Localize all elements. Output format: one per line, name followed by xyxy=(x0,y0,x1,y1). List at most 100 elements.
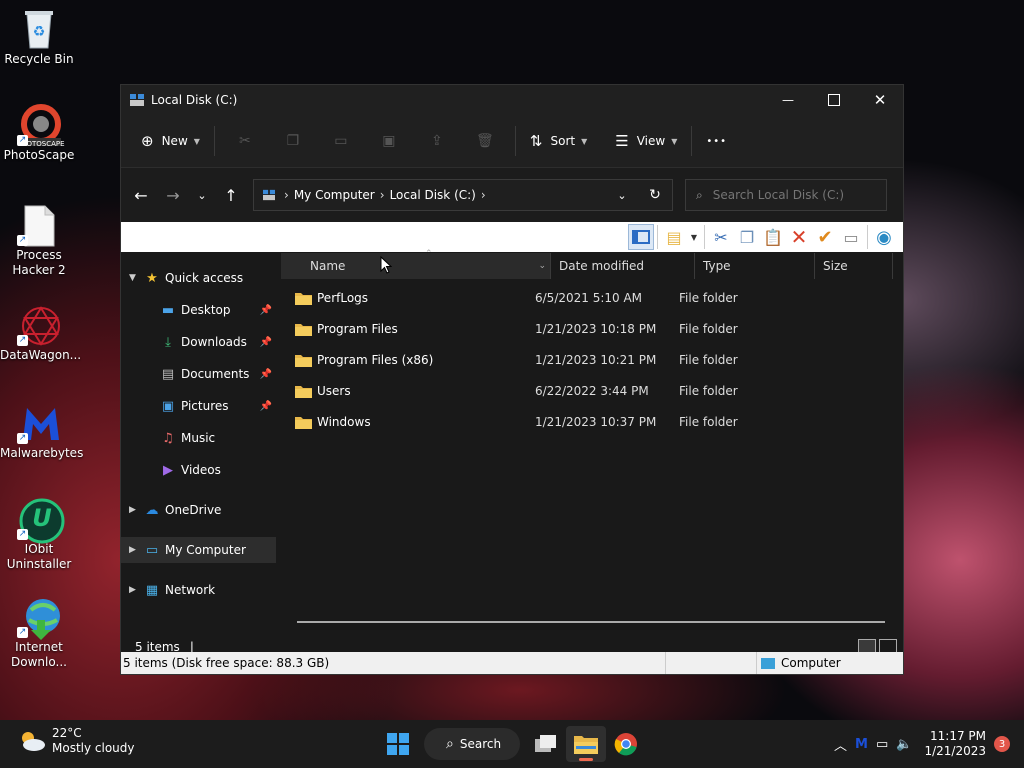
clock[interactable]: 11:17 PM 1/21/2023 xyxy=(924,729,986,759)
file-name: Windows xyxy=(317,415,371,429)
desktop-icon-recycle-bin[interactable]: ♻ Recycle Bin xyxy=(0,8,78,67)
select-folder-button[interactable]: ▤ xyxy=(661,224,687,250)
task-view-button[interactable] xyxy=(526,726,566,762)
weather-widget[interactable]: 22°C Mostly cloudy xyxy=(18,726,135,756)
chrome-taskbar-button[interactable] xyxy=(606,726,646,762)
forward-button[interactable]: → xyxy=(157,179,189,211)
nav-desktop[interactable]: ▬ Desktop 📌 xyxy=(121,297,276,323)
share-button[interactable]: ⇪ xyxy=(413,125,461,157)
start-button[interactable] xyxy=(378,726,418,762)
shortcut-arrow-icon: ↗ xyxy=(17,335,28,346)
nav-onedrive[interactable]: ▶ ☁ OneDrive xyxy=(121,497,276,523)
delete-button[interactable]: 🗑 xyxy=(461,125,509,157)
search-box[interactable]: ⌕ xyxy=(685,179,887,211)
nav-documents[interactable]: ▤ Documents 📌 xyxy=(121,361,276,387)
cloud-icon: ☁ xyxy=(145,502,159,518)
nav-network[interactable]: ▶ ▦ Network xyxy=(121,577,276,603)
clock-date: 1/21/2023 xyxy=(924,744,986,758)
desktop-icon-process-hacker[interactable]: ↗ Process Hacker 2 xyxy=(0,204,78,278)
sort-button[interactable]: ⇅ Sort ▼ xyxy=(522,125,595,157)
preview-pane-button[interactable] xyxy=(628,224,654,250)
address-bar[interactable]: › My Computer › Local Disk (C:) › ⌄ ↻ xyxy=(253,179,673,211)
file-row[interactable]: Program Files 1/21/2023 10:18 PM File fo… xyxy=(295,316,799,342)
desktop-icon-internet-download[interactable]: ↗ Internet Downlo... xyxy=(0,596,78,670)
horizontal-scrollbar[interactable] xyxy=(297,621,885,623)
desktop-icon-malwarebytes[interactable]: ↗ Malwarebytes xyxy=(0,402,83,461)
apply-tool-button[interactable]: ✔ xyxy=(812,224,838,250)
nav-downloads[interactable]: ⤓ Downloads 📌 xyxy=(121,329,276,355)
explorer-window: Local Disk (C:) — ✕ ⊕ New ▼ ✂ ❐ ▭ ▣ ⇪ 🗑 … xyxy=(120,84,904,675)
volume-icon[interactable]: 🔈 xyxy=(896,737,912,752)
column-header-name[interactable]: Name ⌃ ⌄ xyxy=(281,249,551,279)
desktop-folder-icon: ▬ xyxy=(161,302,175,318)
breadcrumb-local-disk[interactable]: Local Disk (C:) xyxy=(390,188,476,202)
status-zone: Computer xyxy=(781,656,841,670)
paste-tool-button[interactable]: 📋 xyxy=(760,224,786,250)
view-button[interactable]: ☰ View ▼ xyxy=(607,125,685,157)
column-header-date[interactable]: Date modified xyxy=(551,253,695,279)
cut-button[interactable]: ✂ xyxy=(221,125,269,157)
computer-icon xyxy=(761,657,775,669)
close-icon: ✕ xyxy=(873,91,887,109)
desktop-icon-label: IObit Uninstaller xyxy=(6,542,72,571)
notification-badge[interactable]: 3 xyxy=(994,736,1010,752)
more-options-button[interactable]: ••• xyxy=(698,125,735,157)
clock-time: 11:17 PM xyxy=(930,729,986,743)
minimize-button[interactable]: — xyxy=(765,85,811,115)
paste-button[interactable]: ▭ xyxy=(317,125,365,157)
address-row: ← → ⌄ ↑ › My Computer › Local Disk (C:) … xyxy=(121,168,903,222)
taskbar-search[interactable]: ⌕ Search xyxy=(424,728,520,760)
column-header-size[interactable]: Size xyxy=(815,253,893,279)
refresh-button[interactable]: ↻ xyxy=(638,187,672,203)
nav-pictures[interactable]: ▣ Pictures 📌 xyxy=(121,393,276,419)
nav-label: My Computer xyxy=(165,543,246,557)
nav-quick-access[interactable]: ▼ ★ Quick access xyxy=(121,265,276,291)
up-button[interactable]: ↑ xyxy=(215,179,247,211)
desktop-icon-photoscape[interactable]: PHOTOSCAPE ↗ PhotoScape xyxy=(0,104,78,163)
nav-my-computer[interactable]: ▶ ▭ My Computer xyxy=(121,537,276,563)
desktop-icon-datawagon[interactable]: ↗ DataWagon... xyxy=(0,304,81,363)
file-row[interactable]: PerfLogs 6/5/2021 5:10 AM File folder xyxy=(295,285,799,311)
select-dropdown[interactable]: ▼ xyxy=(687,224,701,250)
shortcut-arrow-icon: ↗ xyxy=(17,433,28,444)
weather-temp: 22°C xyxy=(52,726,82,740)
iobit-icon: U ↗ xyxy=(17,498,65,544)
checkmark-icon: ✔ xyxy=(817,226,833,248)
file-row[interactable]: Users 6/22/2022 3:44 PM File folder xyxy=(295,378,799,404)
copy-button[interactable]: ❐ xyxy=(269,125,317,157)
weather-desc: Mostly cloudy xyxy=(52,741,135,755)
address-history-dropdown[interactable]: ⌄ xyxy=(606,189,638,202)
chevron-down-icon: ▼ xyxy=(690,232,698,242)
cut-tool-button[interactable]: ✂ xyxy=(708,224,734,250)
chevron-down-icon: ▼ xyxy=(671,136,678,146)
show-hidden-icons-button[interactable]: ︿ xyxy=(834,735,847,754)
maximize-button[interactable] xyxy=(811,85,857,115)
rename-button[interactable]: ▣ xyxy=(365,125,413,157)
back-button[interactable]: ← xyxy=(125,179,157,211)
new-button[interactable]: ⊕ New ▼ xyxy=(133,125,208,157)
sort-label: Sort xyxy=(550,134,576,148)
delete-tool-button[interactable]: ✕ xyxy=(786,224,812,250)
properties-tool-button[interactable]: ▭ xyxy=(838,224,864,250)
file-explorer-taskbar-button[interactable] xyxy=(566,726,606,762)
title-bar[interactable]: Local Disk (C:) — ✕ xyxy=(121,85,903,115)
file-row[interactable]: Program Files (x86) 1/21/2023 10:21 PM F… xyxy=(295,347,799,373)
windows-logo-icon xyxy=(387,733,409,755)
search-input[interactable] xyxy=(710,187,875,203)
scissors-icon: ✂ xyxy=(714,227,728,247)
desktop-icon-iobit[interactable]: U ↗ IObit Uninstaller xyxy=(0,498,78,572)
window-title: Local Disk (C:) xyxy=(151,93,238,107)
recent-locations-button[interactable]: ⌄ xyxy=(189,179,215,211)
file-row[interactable]: Windows 1/21/2023 10:37 PM File folder xyxy=(295,409,799,435)
close-button[interactable]: ✕ xyxy=(857,85,903,115)
network-tool-button[interactable]: ◉ xyxy=(871,224,897,250)
copy-tool-button[interactable]: ❐ xyxy=(734,224,760,250)
malwarebytes-tray-icon[interactable]: M xyxy=(855,737,868,752)
nav-music[interactable]: ♫ Music xyxy=(121,425,276,451)
breadcrumb-my-computer[interactable]: My Computer xyxy=(294,188,375,202)
search-icon: ⌕ xyxy=(446,736,454,752)
column-header-type[interactable]: Type xyxy=(695,253,815,279)
nav-videos[interactable]: ▶ Videos xyxy=(121,457,276,483)
network-tray-icon[interactable]: ▭ xyxy=(876,737,888,752)
navigation-pane: ▼ ★ Quick access ▬ Desktop 📌 ⤓ Downloads… xyxy=(121,253,279,636)
